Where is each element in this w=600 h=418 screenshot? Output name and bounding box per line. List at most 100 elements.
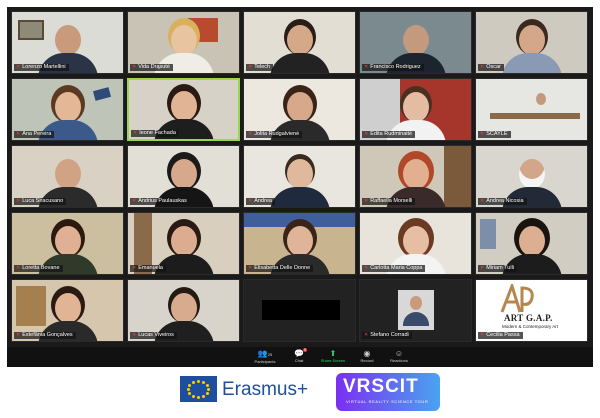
participant-tile[interactable]: ✕ Lorenzo Martellini [11,11,124,74]
participant-video [536,93,546,105]
participant-gallery: ✕ Lorenzo Martellini ✕ Vida Drąsutė ✕ Telec… [11,11,589,346]
participant-tile-logo[interactable]: ART G.A.P. Modern & Contemporary Art ✕ Ce… [475,279,588,342]
mic-muted-icon: ✕ [132,265,137,271]
share-screen-icon: ⬆ [329,349,337,358]
participant-tile[interactable]: ✕ Emanuela [127,212,240,275]
participants-button[interactable]: 👥25 Participants [250,349,280,366]
participant-tile[interactable]: ✕ Oscar [475,11,588,74]
mic-muted-icon: ✕ [132,198,137,204]
participant-name: ✕ Stefano Corradi [362,332,412,339]
participant-name: ✕ Elisabetta Delle Donne [246,265,314,272]
mic-muted-icon: ✕ [16,332,21,338]
participant-name: ✕ Oscar [478,64,504,71]
chat-icon: 💬 [294,349,304,358]
participant-tile[interactable]: ✕ Stefano Corradi [359,279,472,342]
participant-tile[interactable]: ✕ Raffaella Morselli [359,145,472,208]
mic-muted-icon: ✕ [480,64,485,70]
participant-tile[interactable]: ✕ Andrius Paulauskas [127,145,240,208]
mic-muted-icon: ✕ [16,198,21,204]
participant-name: ✕ SCAYLE [478,131,511,138]
participant-name: ✕ Andrius Paulauskas [130,198,190,205]
video-meeting-window: ✕ Lorenzo Martellini ✕ Vida Drąsutė ✕ Telec… [7,7,593,367]
mic-muted-icon: ✕ [364,64,369,70]
participant-name: ✕ Miriam Tulli [478,265,518,272]
mic-muted-icon: ✕ [480,198,485,204]
mic-muted-icon: ✕ [364,265,369,271]
mic-muted-icon: ✕ [16,64,21,70]
profile-picture [398,290,434,330]
participant-name: ✕ Telech [246,64,274,71]
logo-title: ART G.A.P. [504,313,553,323]
participant-tile[interactable]: ✕ SCAYLE [475,78,588,141]
participant-tile[interactable]: ✕ Andrea Nicosia [475,145,588,208]
participant-name: ✕ Lorenzo Martellini [14,64,69,71]
participant-tile[interactable]: ✕ Luca Siracusano [11,145,124,208]
chat-unread-badge: 9 [303,348,307,352]
shelf-books [244,213,355,227]
participant-tile[interactable]: ✕ Loretta Bovane [11,212,124,275]
participant-tile-camera-off[interactable] [243,279,356,342]
mic-muted-icon: ✕ [248,198,253,204]
participants-icon: 👥25 [257,349,273,358]
participant-name: ✕ Carlotta Maria Coppa [362,265,426,272]
art-gap-logo-mark [500,281,534,313]
participant-tile[interactable]: ✕ Estefânia Gonçalves [11,279,124,342]
vrscit-logo-subtitle: VIRTUAL REALITY SCIENCE TOUR [346,399,429,404]
mic-muted-icon: ✕ [480,332,485,338]
mic-muted-icon: ✕ [248,265,253,271]
participant-name: ✕ Edita Rudminaitė [362,131,416,138]
chat-button[interactable]: 💬 9 Chat [284,348,314,366]
participant-name: ✕ Estefânia Gonçalves [14,332,76,339]
mic-muted-icon: ✕ [16,131,21,137]
participant-tile[interactable]: ✕ Telech [243,11,356,74]
participant-tile[interactable]: ✕ Miriam Tulli [475,212,588,275]
reactions-button[interactable]: ☺ Reactions [384,349,414,366]
participant-tile[interactable]: ✕ Francisco Rodriguez [359,11,472,74]
participant-tile[interactable]: ✕ Elisabetta Delle Donne [243,212,356,275]
record-icon: ◉ [363,349,371,358]
bookshelf [444,146,471,207]
participant-video [269,25,330,73]
participant-tile[interactable]: ✕ Edita Rudminaitė [359,78,472,141]
participant-name: ✕ Cecilia Passa [478,332,523,339]
participant-name: ✕ Luca Siracusano [14,198,67,205]
participant-video [269,159,330,207]
meeting-toolbar: 👥25 Participants 💬 9 Chat ⬆ Share Screen… [7,347,593,367]
share-screen-button[interactable]: ⬆ Share Screen [318,349,348,366]
eu-flag-icon [180,376,217,402]
screenshot-frame: ✕ Lorenzo Martellini ✕ Vida Drąsutė ✕ Telec… [0,0,600,418]
mic-muted-icon: ✕ [133,130,138,136]
mic-muted-icon: ✕ [248,64,253,70]
participant-tile[interactable]: ✕ Vida Drąsutė [127,11,240,74]
participant-name: ✕ Loretta Bovane [14,265,63,272]
participant-name: ✕ Ana Pereira [14,131,55,138]
mic-muted-icon: ✕ [248,131,253,137]
participant-tile[interactable]: ✕ Jolita Rudgalvienė [243,78,356,141]
participant-tile[interactable]: ✕ Ana Pereira [11,78,124,141]
participant-name: ✕ Vida Drąsutė [130,64,173,71]
participant-video [501,25,562,73]
participant-name: ✕ Francisco Rodriguez [362,64,424,71]
logo-subtitle: Modern & Contemporary Art [502,324,559,329]
mic-muted-icon: ✕ [364,131,369,137]
participant-name: ✕ Lucas Viveiros [130,332,177,339]
mic-muted-icon: ✕ [480,131,485,137]
participant-tile[interactable]: ✕ Andrea [243,145,356,208]
desk [490,113,580,119]
participant-name: ✕ Jolita Rudgalvienė [246,131,303,138]
participant-tile[interactable]: ✕ Lucas Viveiros [127,279,240,342]
mic-muted-icon: ✕ [364,332,369,338]
reactions-icon: ☺ [394,349,404,358]
record-button[interactable]: ◉ Record [352,349,382,366]
mic-muted-icon: ✕ [132,64,137,70]
mic-muted-icon: ✕ [364,198,369,204]
participant-name: ✕ Ieone Fachada [131,130,179,137]
mic-muted-icon: ✕ [132,332,137,338]
participant-name: ✕ Andrea [246,198,275,205]
participant-name: ✕ Raffaella Morselli [362,198,416,205]
participant-tile-active-speaker[interactable]: ✕ Ieone Fachada [127,78,240,141]
erasmus-logo-text: Erasmus+ [222,379,309,400]
participant-tile[interactable]: ✕ Carlotta Maria Coppa [359,212,472,275]
vrscit-logo-text: VRSCIT [343,376,419,397]
mic-muted-icon: ✕ [16,265,21,271]
